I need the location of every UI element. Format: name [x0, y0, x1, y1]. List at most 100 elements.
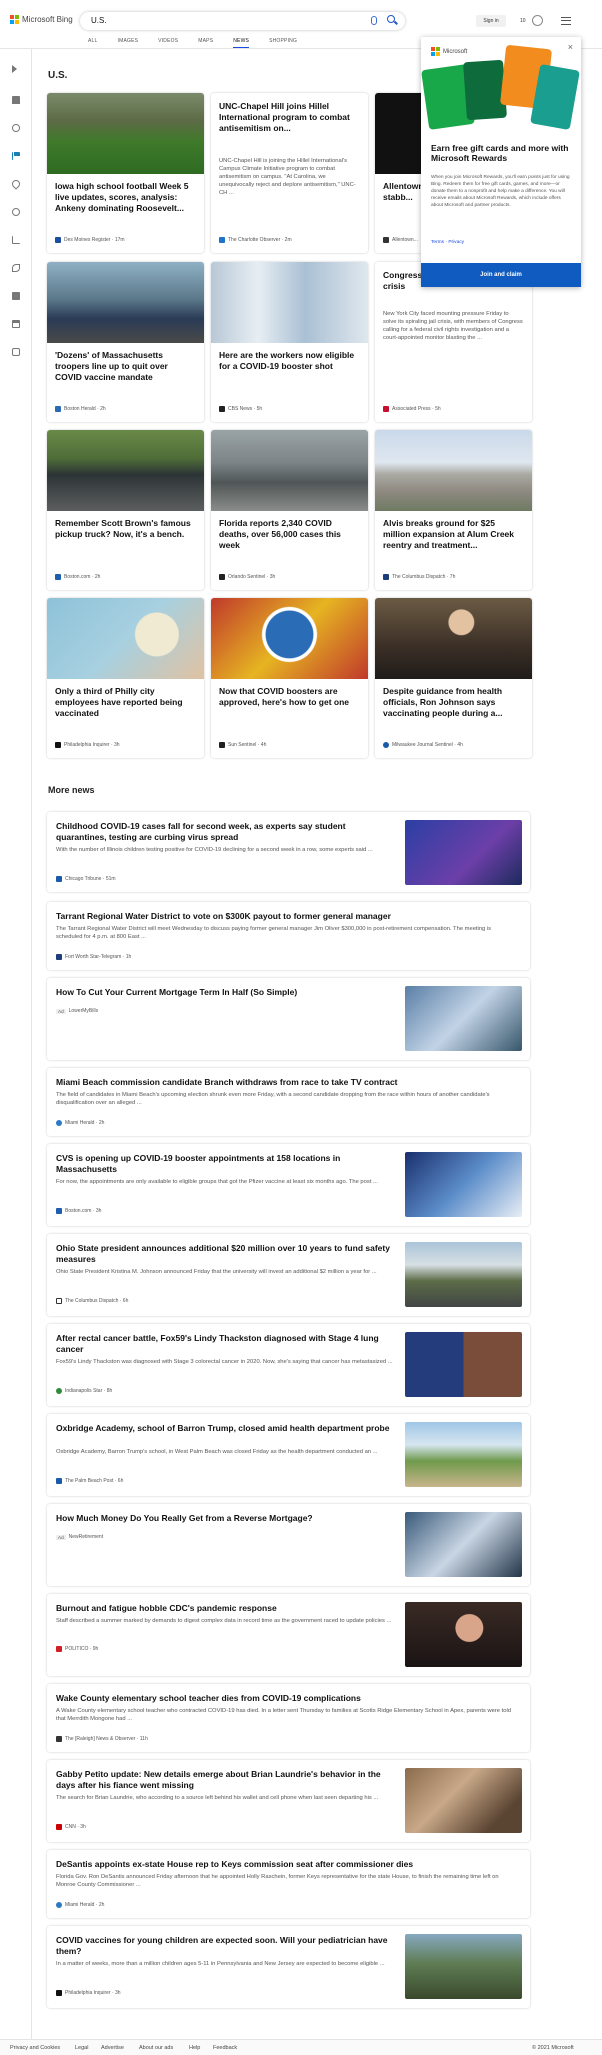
trending-icon[interactable] [12, 124, 20, 132]
news-row[interactable]: DeSantis appoints ex-state House rep to … [47, 1850, 530, 1918]
tab-videos[interactable]: VIDEOS [158, 38, 178, 48]
hamburger-menu-icon[interactable] [561, 17, 571, 25]
news-row[interactable]: Miami Beach commission candidate Branch … [47, 1068, 530, 1136]
news-row[interactable]: COVID vaccines for young children are ex… [47, 1926, 530, 2008]
row-title[interactable]: COVID vaccines for young children are ex… [56, 1935, 396, 1957]
news-row[interactable]: After rectal cancer battle, Fox59's Lind… [47, 1324, 530, 1406]
card-title[interactable]: Only a third of Philly city employees ha… [55, 686, 195, 719]
footer-link-feedback[interactable]: Feedback [213, 2045, 237, 2051]
news-card[interactable]: Remember Scott Brown's famous pickup tru… [47, 430, 204, 590]
news-card[interactable]: Now that COVID boosters are approved, he… [211, 598, 368, 758]
tab-news[interactable]: NEWS [233, 38, 250, 48]
home-icon[interactable] [12, 96, 20, 104]
row-title[interactable]: Oxbridge Academy, school of Barron Trump… [56, 1423, 396, 1434]
politics-building-icon[interactable] [12, 320, 20, 328]
row-title[interactable]: Ohio State president announces additiona… [56, 1243, 396, 1265]
news-card[interactable]: Florida reports 2,340 COVID deaths, over… [211, 430, 368, 590]
news-row[interactable]: Gabby Petito update: New details emerge … [47, 1760, 530, 1842]
news-row[interactable]: Oxbridge Academy, school of Barron Trump… [47, 1414, 530, 1496]
news-card[interactable]: Only a third of Philly city employees ha… [47, 598, 204, 758]
row-title[interactable]: How To Cut Your Current Mortgage Term In… [56, 987, 396, 998]
source-text: The Columbus Dispatch · 7h [392, 574, 456, 580]
logo-text: Microsoft Bing [22, 15, 73, 24]
expand-sidebar-icon[interactable] [12, 65, 17, 73]
footer-link-about-ads[interactable]: About our ads [139, 2045, 173, 2051]
row-title[interactable]: Miami Beach commission candidate Branch … [56, 1077, 516, 1088]
tab-shopping[interactable]: SHOPPING [269, 38, 297, 48]
ron-johnson-photo [375, 598, 532, 679]
rewards-trophy-icon[interactable] [532, 15, 543, 26]
news-row[interactable]: CVS is opening up COVID-19 booster appoi… [47, 1144, 530, 1226]
card-title[interactable]: Here are the workers now eligible for a … [219, 350, 359, 372]
row-title[interactable]: Burnout and fatigue hobble CDC's pandemi… [56, 1603, 396, 1614]
card-title[interactable]: Remember Scott Brown's famous pickup tru… [55, 518, 195, 540]
news-card[interactable]: UNC-Chapel Hill joins Hillel Internation… [211, 93, 368, 253]
pediatrician-photo [405, 1934, 522, 1999]
search-icon[interactable] [387, 15, 395, 23]
news-row[interactable]: Childhood COVID-19 cases fall for second… [47, 812, 530, 892]
news-card[interactable]: Iowa high school football Week 5 live up… [47, 93, 204, 253]
news-card[interactable]: 'Dozens' of Massachusetts troopers line … [47, 262, 204, 422]
popup-heading: Earn free gift cards and more with Micro… [431, 143, 569, 163]
ad-badge: Ad [56, 1534, 66, 1540]
card-title[interactable]: Iowa high school football Week 5 live up… [55, 181, 195, 214]
tab-images[interactable]: IMAGES [118, 38, 139, 48]
row-source: The [Raleigh] News & Observer · 11h [56, 1736, 148, 1742]
news-row[interactable]: Ohio State president announces additiona… [47, 1234, 530, 1316]
footer-link-privacy[interactable]: Privacy and Cookies [10, 2045, 60, 2051]
card-title[interactable]: Now that COVID boosters are approved, he… [219, 686, 359, 708]
rewards-points[interactable]: 10 [520, 18, 526, 24]
rewards-popup: Microsoft × Earn free gift cards and mor… [421, 37, 581, 287]
source-text: Milwaukee Journal Sentinel · 4h [392, 742, 463, 748]
news-card[interactable]: Alvis breaks ground for $25 million expa… [375, 430, 532, 590]
close-icon[interactable]: × [568, 42, 573, 52]
card-title[interactable]: Alvis breaks ground for $25 million expa… [383, 518, 523, 551]
tab-maps[interactable]: MAPS [198, 38, 213, 48]
search-input[interactable]: U.S. [91, 16, 107, 25]
business-chart-icon[interactable] [12, 236, 20, 244]
card-source: Sun Sentinel · 4h [219, 742, 266, 748]
microsoft-logo-icon [10, 15, 19, 24]
sign-in-button[interactable]: Sign in [476, 15, 506, 27]
news-card[interactable]: Despite guidance from health officials, … [375, 598, 532, 758]
row-source: Ad LowerMyBills [56, 1008, 98, 1014]
row-title[interactable]: CVS is opening up COVID-19 booster appoi… [56, 1153, 396, 1175]
footer-link-legal[interactable]: Legal [75, 2045, 88, 2051]
science-rocket-icon[interactable] [12, 264, 20, 272]
card-title[interactable]: UNC-Chapel Hill joins Hillel Internation… [219, 101, 359, 134]
source-logo-icon [56, 1736, 62, 1742]
row-title[interactable]: Tarrant Regional Water District to vote … [56, 911, 516, 922]
footer-link-advertise[interactable]: Advertise [101, 2045, 124, 2051]
join-and-claim-button[interactable]: Join and claim [421, 263, 581, 287]
row-title[interactable]: Childhood COVID-19 cases fall for second… [56, 821, 396, 843]
row-title[interactable]: After rectal cancer battle, Fox59's Lind… [56, 1333, 396, 1355]
card-title[interactable]: 'Dozens' of Massachusetts troopers line … [55, 350, 195, 383]
card-title[interactable]: Florida reports 2,340 COVID deaths, over… [219, 518, 359, 551]
card-title[interactable]: Despite guidance from health officials, … [383, 686, 523, 719]
source-logo-icon [56, 1646, 62, 1652]
footer-link-help[interactable]: Help [189, 2045, 200, 2051]
reverse-mortgage-ad-photo [405, 1512, 522, 1577]
row-title[interactable]: Wake County elementary school teacher di… [56, 1693, 516, 1704]
row-description: In a matter of weeks, more than a millio… [56, 1961, 385, 1967]
row-title[interactable]: Gabby Petito update: New details emerge … [56, 1769, 396, 1791]
row-title[interactable]: DeSantis appoints ex-state House rep to … [56, 1859, 516, 1870]
row-title[interactable]: How Much Money Do You Really Get from a … [56, 1513, 396, 1524]
microphone-icon[interactable] [371, 16, 377, 25]
world-globe-icon[interactable] [12, 208, 20, 216]
news-row[interactable]: Wake County elementary school teacher di… [47, 1684, 530, 1752]
terms-privacy-link[interactable]: Terms · Privacy [431, 240, 464, 245]
news-card[interactable]: Here are the workers now eligible for a … [211, 262, 368, 422]
news-row[interactable]: Burnout and fatigue hobble CDC's pandemi… [47, 1594, 530, 1676]
ad-row[interactable]: How Much Money Do You Really Get from a … [47, 1504, 530, 1586]
search-box[interactable]: U.S. [80, 12, 405, 30]
ad-row[interactable]: How To Cut Your Current Mortgage Term In… [47, 978, 530, 1060]
bing-logo[interactable]: Microsoft Bing [10, 15, 73, 24]
petito-photo [405, 1768, 522, 1833]
tech-chip-icon[interactable] [12, 292, 20, 300]
us-news-flag-icon[interactable] [12, 152, 20, 160]
local-pin-icon[interactable] [10, 178, 22, 190]
news-row[interactable]: Tarrant Regional Water District to vote … [47, 902, 530, 970]
tab-all[interactable]: ALL [88, 38, 98, 48]
entertainment-icon[interactable] [12, 348, 20, 356]
